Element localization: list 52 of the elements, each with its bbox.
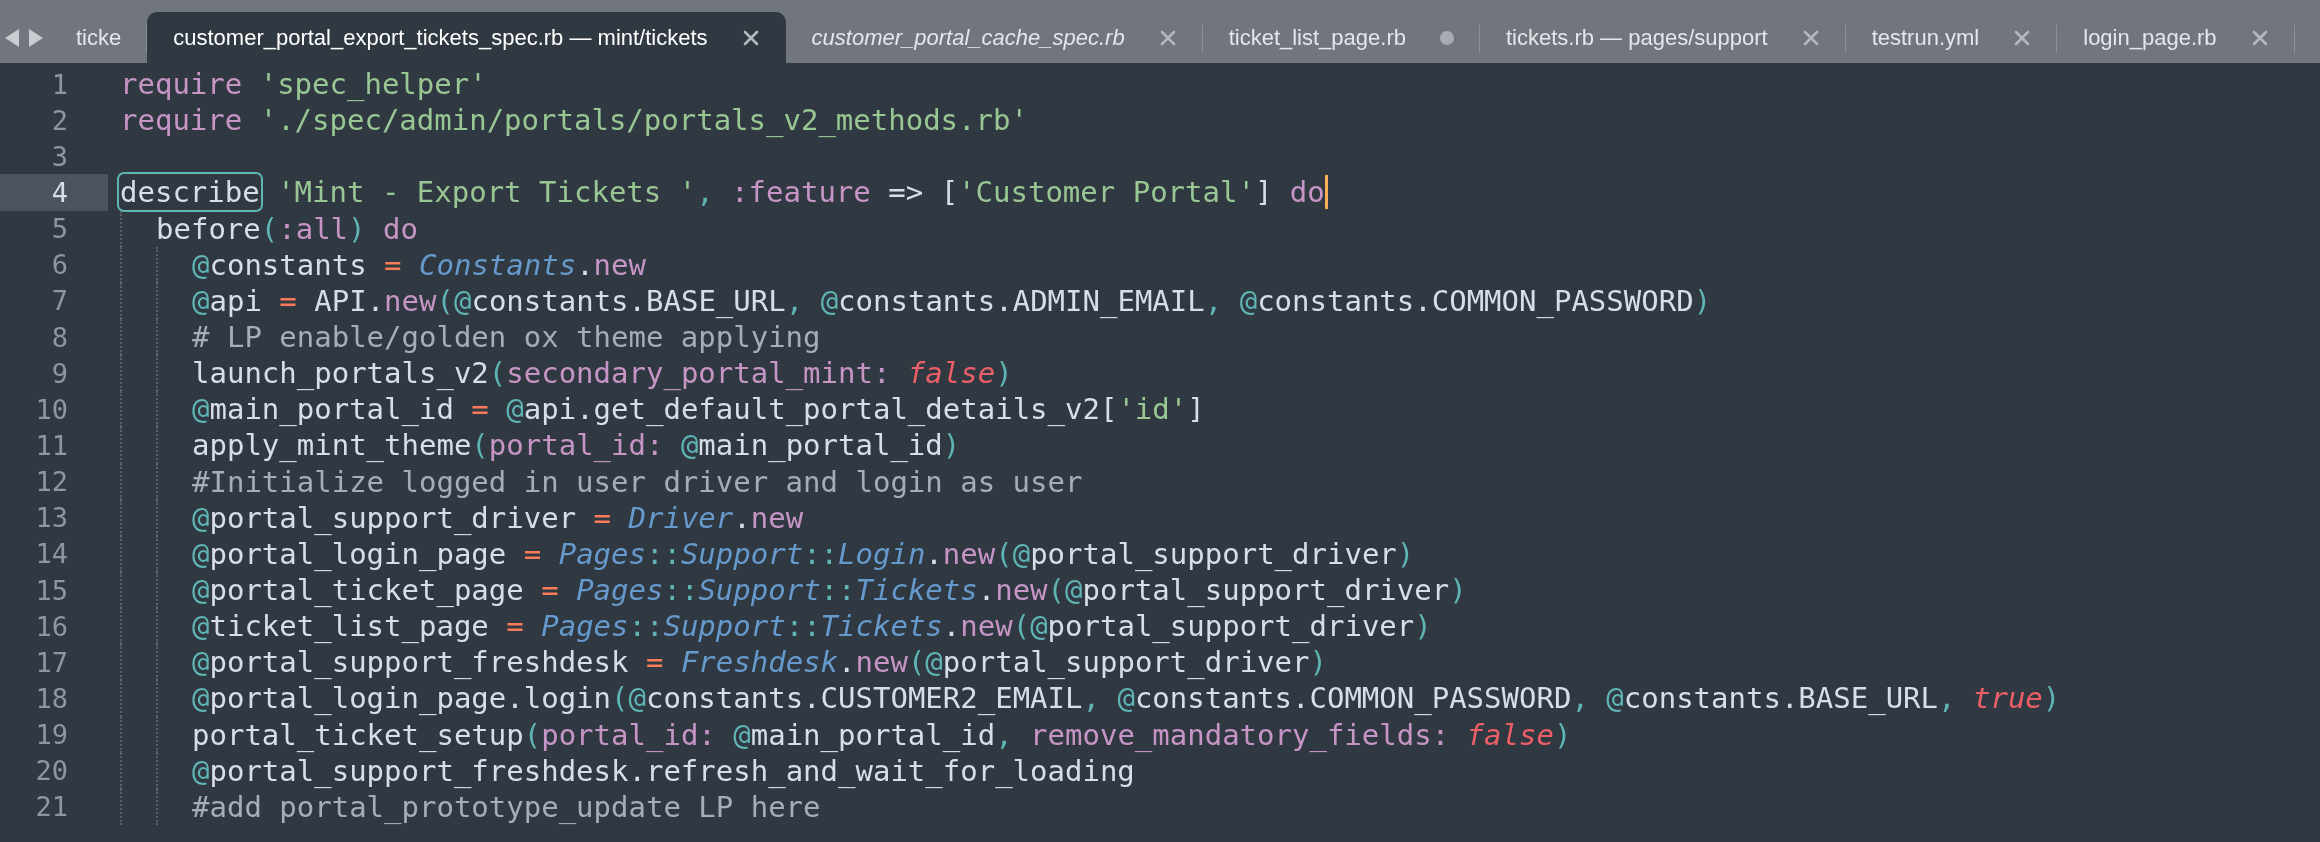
editor-tab[interactable]: customer_portal_export_tickets_spec.rb — mint/tickets: [147, 12, 786, 63]
code-line: @portal_login_page.login(@constants.CUSTOMER2_EMAIL, @constants.COMMON_PASSWORD, @constants.BASE_URL, true): [192, 681, 2061, 716]
code-line: @api = API.new(@constants.BASE_URL, @constants.ADMIN_EMAIL, @constants.COMMON_PASSWORD): [192, 283, 1712, 318]
line-number: 16: [34, 609, 69, 644]
line-number: 21: [34, 790, 69, 825]
line-number: 20: [34, 754, 69, 789]
line-number: 3: [50, 139, 69, 174]
editor-tab[interactable]: ticke: [50, 12, 148, 63]
code-line: @constants = Constants.new: [192, 247, 646, 282]
line-number: 6: [50, 248, 69, 283]
line-number: 10: [34, 392, 69, 427]
line-number: 2: [50, 103, 69, 138]
code-line: @portal_support_driver = Driver.new: [192, 500, 804, 535]
line-number: 1: [50, 67, 69, 102]
editor-tab[interactable]: ticket_list_page.rb: [1202, 12, 1480, 63]
line-number: 12: [34, 465, 69, 500]
code-line: portal_ticket_setup(portal_id: @main_portal_id, remove_mandatory_fields: false): [192, 717, 1572, 752]
code-line: describe 'Mint - Export Tickets ', :feature => ['Customer Portal'] do: [120, 175, 1325, 210]
line-number: 9: [50, 356, 69, 391]
code-line: launch_portals_v2(secondary_portal_mint: false): [192, 356, 1013, 391]
line-number: 5: [50, 212, 69, 247]
editor-tab[interactable]: login_page.rb: [2057, 12, 2295, 63]
line-number: 7: [50, 284, 69, 319]
line-number: 14: [34, 537, 69, 572]
line-number: 19: [34, 718, 69, 753]
line-number: 11: [34, 428, 69, 463]
close-icon[interactable]: [741, 28, 760, 47]
line-number: 15: [34, 573, 69, 608]
editor-tab[interactable]: testrun.yml: [1845, 12, 2058, 63]
back-arrow-icon[interactable]: [4, 27, 20, 48]
code-line: @portal_support_freshdesk = Freshdesk.new(@portal_support_driver): [192, 645, 1327, 680]
editor-tab[interactable]: tickets.rb — pages/support: [1479, 12, 1846, 63]
code-line: @ticket_list_page = Pages::Support::Tickets.new(@portal_support_driver): [192, 609, 1432, 644]
line-number: 13: [34, 501, 69, 536]
code-line: #Initialize logged in user driver and login as user: [192, 464, 1083, 499]
code-line: @portal_login_page = Pages::Support::Login.new(@portal_support_driver): [192, 536, 1415, 571]
code-line: require './spec/admin/portals/portals_v2_methods.rb': [120, 103, 1028, 138]
line-number: 17: [34, 645, 69, 680]
editor-tab[interactable]: customer_portal_cache_spec.rb: [785, 12, 1203, 63]
code-line: @portal_support_freshdesk.refresh_and_wait_for_loading: [192, 753, 1135, 788]
code-line: #add portal_prototype_update LP here: [192, 789, 821, 824]
code-line: @main_portal_id = @api.get_default_portal_details_v2['id']: [192, 392, 1205, 427]
code-line: @portal_ticket_page = Pages::Support::Tickets.new(@portal_support_driver): [192, 573, 1467, 608]
code-line: before(:all) do: [156, 211, 418, 246]
line-number: 18: [34, 681, 69, 716]
code-line: apply_mint_theme(portal_id: @main_portal_id): [192, 428, 961, 463]
forward-arrow-icon[interactable]: [28, 27, 44, 48]
code-line: # LP enable/golden ox theme applying: [192, 320, 821, 355]
line-number: 8: [50, 320, 69, 355]
code-line: require 'spec_helper': [120, 67, 487, 102]
modified-dot-icon[interactable]: [1439, 30, 1454, 45]
line-number: 4: [0, 174, 108, 211]
